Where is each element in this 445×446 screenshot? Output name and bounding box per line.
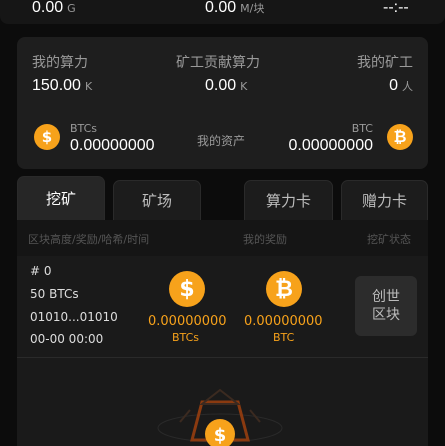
block-height: # 0 <box>30 264 52 278</box>
header-col-status: 挖矿状态 <box>367 233 411 246</box>
miners-label: 我的矿工 <box>357 55 413 71</box>
miners-stat: 0人 <box>389 75 413 95</box>
top-left-value: 0.00 <box>32 0 64 16</box>
contrib-stat: 0.00 K <box>205 75 247 95</box>
top-right-value: --:-- <box>383 0 409 16</box>
header-col-block: 区块高度/奖励/哈希/时间 <box>28 233 150 246</box>
reward-btc-value: 0.00000000 <box>244 314 323 329</box>
top-right-stat: --:-- <box>383 0 409 17</box>
stats-card: 我的算力 150.00 K 矿工贡献算力 0.00 K 我的矿工 0人 $ BTCs… <box>17 37 428 169</box>
my-power-stat: 150.00 K <box>32 75 92 95</box>
assets-label: 我的资产 <box>197 134 246 148</box>
top-mid-unit: M/块 <box>240 2 265 15</box>
contrib-label: 矿工贡献算力 <box>176 55 260 71</box>
top-mid-value: 0.00 <box>205 0 237 16</box>
my-power-unit: K <box>84 80 93 93</box>
bitcoin-coin-icon: ₿ <box>266 271 302 307</box>
top-mid-stat: 0.00 M/块 <box>205 0 264 17</box>
miners-unit: 人 <box>402 80 413 93</box>
bitcoin-coin-icon: ₿ <box>387 124 413 150</box>
contrib-unit: K <box>240 80 248 93</box>
asset-left-value: 0.00000000 <box>70 137 155 154</box>
dollar-coin-icon: $ <box>169 271 205 307</box>
asset-left-name: BTCs <box>70 122 98 135</box>
miners-value: 0 <box>389 77 398 94</box>
reward-btcs-value: 0.00000000 <box>148 314 227 329</box>
mining-machine-icon: $ <box>157 388 283 446</box>
reward-btcs-name: BTCs <box>172 331 200 344</box>
dollar-coin-icon: $ <box>34 124 60 150</box>
block-hash: 01010...01010 <box>30 310 118 324</box>
reward-btc-name: BTC <box>273 331 295 344</box>
top-left-unit: G <box>67 2 76 15</box>
tab-power-card[interactable]: 算力卡 <box>244 180 333 220</box>
top-left-stat: 0.00 G <box>32 0 76 17</box>
mining-status-badge: 创世区块 <box>355 276 417 336</box>
tab-gift-card[interactable]: 赠力卡 <box>341 180 428 220</box>
my-power-value: 150.00 <box>32 77 81 94</box>
header-col-reward: 我的奖励 <box>243 233 287 246</box>
my-power-label: 我的算力 <box>32 55 88 71</box>
tab-mining[interactable]: 挖矿 <box>17 176 105 220</box>
block-time: 00-00 00:00 <box>30 332 104 346</box>
asset-right-value: 0.00000000 <box>288 137 373 154</box>
svg-text:$: $ <box>214 425 227 446</box>
block-reward: 50 BTCs <box>30 287 79 301</box>
asset-right-name: BTC <box>351 122 373 135</box>
mining-status-text: 创世区块 <box>372 289 400 323</box>
contrib-value: 0.00 <box>205 77 237 94</box>
tab-mine-field[interactable]: 矿场 <box>113 180 201 220</box>
